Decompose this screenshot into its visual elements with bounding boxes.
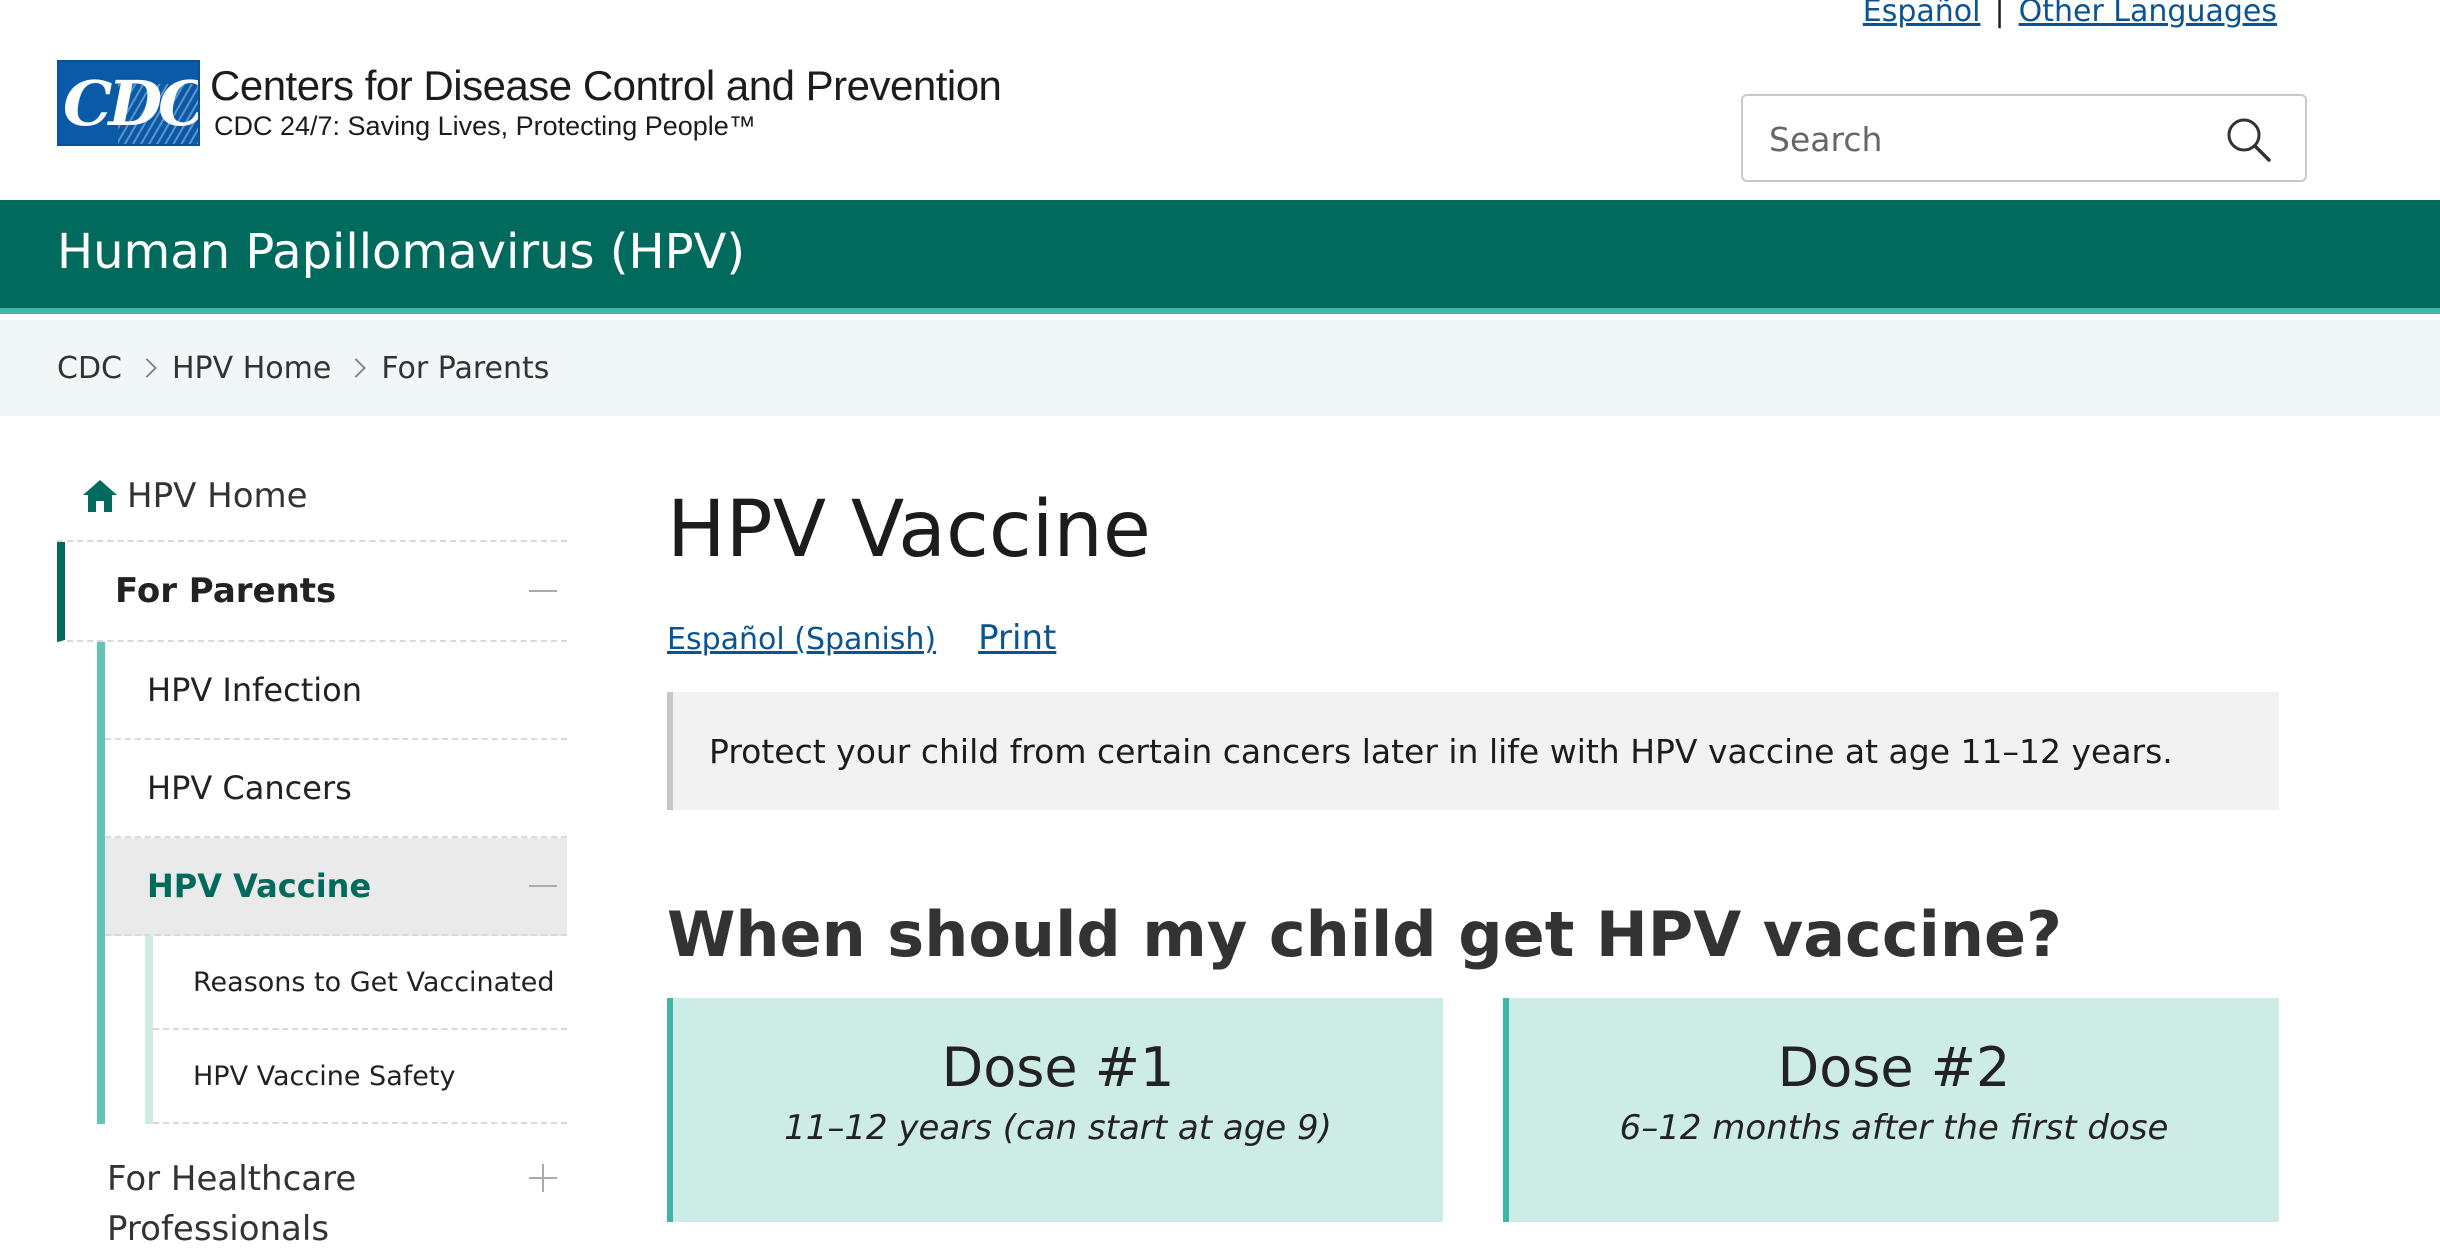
chevron-right-icon [346, 358, 367, 378]
sidebar-item-hpv-vaccine-safety[interactable]: HPV Vaccine Safety [153, 1030, 567, 1124]
dose-cards: Dose #1 11–12 years (can start at age 9)… [667, 998, 2279, 1222]
collapse-minus-icon[interactable] [529, 577, 557, 605]
dose-card-2: Dose #2 6–12 months after the first dose [1503, 998, 2279, 1222]
agency-name: Centers for Disease Control and Preventi… [210, 62, 1002, 109]
summary-callout: Protect your child from certain cancers … [667, 692, 2279, 810]
home-icon [83, 480, 117, 512]
cdc-logo-letters: CDC [63, 67, 200, 140]
sidebar-item-hpv-cancers[interactable]: HPV Cancers [105, 740, 567, 838]
agency-tagline: CDC 24/7: Saving Lives, Protecting Peopl… [214, 111, 756, 141]
search-input[interactable] [1769, 114, 2209, 164]
sidebar-item-label: HPV Vaccine [147, 867, 372, 905]
breadcrumb-for-parents[interactable]: For Parents [381, 351, 549, 386]
sidebar-item-label: HPV Vaccine Safety [193, 1060, 456, 1092]
search-box [1741, 94, 2307, 182]
dose-detail: 6–12 months after the first dose [1619, 1108, 2169, 1148]
dose-title: Dose #2 [1777, 1036, 2011, 1099]
sidebar-subnav: HPV Infection HPV Cancers HPV Vaccine Re… [97, 642, 567, 1124]
sidebar-item-hpv-vaccine[interactable]: HPV Vaccine [105, 838, 567, 936]
spanish-version-link[interactable]: Español (Spanish) [667, 622, 936, 657]
sidebar-item-label: Reasons to Get Vaccinated [193, 966, 555, 998]
site-title-bar: Human Papillomavirus (HPV) [0, 200, 2440, 314]
other-languages-link[interactable]: Other Languages [2019, 0, 2277, 29]
sidebar-item-label: For Healthcare Professionals [107, 1159, 357, 1249]
cdc-logo-mark: CDC [57, 60, 200, 146]
collapse-minus-icon[interactable] [529, 872, 557, 900]
sidebar-item-label: HPV Cancers [147, 769, 352, 807]
sidebar-item-hpv-infection[interactable]: HPV Infection [105, 642, 567, 740]
cdc-logo[interactable]: CDC Centers for Disease Control and Prev… [57, 60, 1002, 146]
breadcrumb-hpv-home[interactable]: HPV Home [172, 351, 331, 386]
language-links: Español | Other Languages [1863, 0, 2277, 29]
breadcrumb-cdc[interactable]: CDC [57, 351, 122, 386]
summary-text: Protect your child from certain cancers … [709, 731, 2173, 771]
main-content: HPV Vaccine Español (Spanish) Print Prot… [667, 480, 2279, 1222]
page-title: HPV Vaccine [667, 485, 1151, 575]
section-heading: When should my child get HPV vaccine? [667, 898, 2062, 971]
expand-plus-icon[interactable] [529, 1164, 557, 1192]
sidebar-item-hpv-home[interactable]: HPV Home [57, 452, 567, 542]
chevron-right-icon [137, 358, 157, 378]
sidebar-nav: HPV Home For Parents HPV Infection HPV C… [57, 452, 567, 1254]
breadcrumb: CDC HPV Home For Parents [0, 320, 2440, 416]
sidebar-item-label: HPV Infection [147, 671, 362, 709]
site-title[interactable]: Human Papillomavirus (HPV) [57, 224, 745, 280]
sidebar-item-for-parents[interactable]: For Parents [57, 542, 567, 642]
search-icon[interactable] [2223, 114, 2273, 164]
sidebar-item-label: HPV Home [127, 476, 308, 516]
sidebar-item-reasons-to-get-vaccinated[interactable]: Reasons to Get Vaccinated [153, 936, 567, 1030]
language-separator: | [1994, 0, 2005, 29]
sidebar-item-for-healthcare-professionals[interactable]: For Healthcare Professionals [57, 1124, 567, 1254]
page-tools: Español (Spanish) Print [667, 618, 2279, 658]
espanol-link[interactable]: Español [1863, 0, 1981, 29]
sidebar-subsubnav: Reasons to Get Vaccinated HPV Vaccine Sa… [145, 936, 567, 1124]
dose-title: Dose #1 [941, 1036, 1175, 1099]
sidebar-item-label: For Parents [115, 571, 337, 611]
dose-card-1: Dose #1 11–12 years (can start at age 9) [667, 998, 1443, 1222]
print-link[interactable]: Print [978, 618, 1056, 658]
dose-detail: 11–12 years (can start at age 9) [784, 1108, 1332, 1148]
